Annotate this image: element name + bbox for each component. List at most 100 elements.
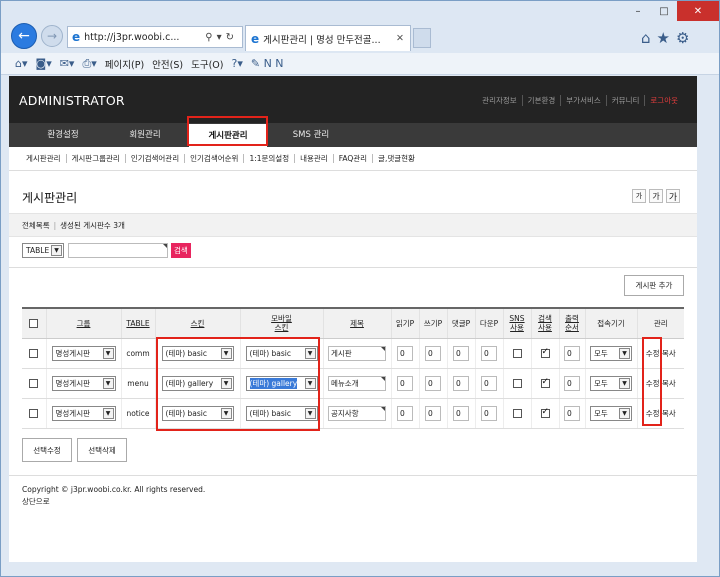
menu-safety[interactable]: 안전(S) [152,57,183,71]
back-to-top-link[interactable]: 상단으로 [22,496,205,508]
submenu-content[interactable]: 내용관리 [294,154,333,163]
help-icon[interactable]: ?▾ [231,57,242,70]
row-checkbox[interactable] [29,408,39,418]
link-admin-info[interactable]: 관리자정보 [477,95,522,106]
font-medium-button[interactable]: 가 [649,189,663,203]
order-input[interactable]: 0 [564,375,580,391]
select-all-checkbox[interactable] [29,319,39,328]
col-search[interactable]: 검색 사용 [530,307,559,339]
menu-tools[interactable]: 도구(O) [191,57,223,71]
col-sns[interactable]: SNS 사용 [502,307,531,339]
menu-sms[interactable]: SMS 관리 [271,123,351,147]
menu-page[interactable]: 페이지(P) [105,57,144,71]
link-community[interactable]: 커뮤니티 [605,95,645,106]
ie-icon: e [72,30,81,44]
search-checkbox[interactable] [540,377,550,388]
row-checkbox[interactable] [29,348,39,358]
download-level-input[interactable]: 0 [481,375,497,391]
device-select[interactable]: 모두 ▼ [590,375,632,391]
delete-selected-button[interactable]: 선택삭제 [77,438,127,462]
submenu-board-group[interactable]: 게시판그룹관리 [65,154,125,163]
submenu-search-rank[interactable]: 인기검색어순위 [184,154,243,163]
order-input[interactable]: 0 [564,405,580,421]
link-addon-services[interactable]: 부가서비스 [560,95,606,106]
col-manage: 관리 [636,307,684,339]
download-level-input[interactable]: 0 [481,345,497,361]
subject-input[interactable]: 메뉴소개 [328,375,386,391]
minimize-button[interactable]: – [625,1,651,21]
admin-logo[interactable]: ADMINISTRATOR [19,93,125,108]
col-subject[interactable]: 제목 [322,307,391,339]
ie-icon: e [251,31,260,46]
group-select[interactable]: 명성게시판 ▼ [51,345,116,361]
col-group[interactable]: 그룹 [45,307,121,339]
write-level-input[interactable]: 0 [425,405,441,421]
extension-icon[interactable]: ✎ N N [251,57,284,70]
write-level-input[interactable]: 0 [425,375,441,391]
group-select[interactable]: 명성게시판 ▼ [51,375,116,391]
submenu-post-status[interactable]: 글,댓글현황 [372,154,420,163]
all-list-link[interactable]: 전체목록 [22,220,50,231]
browser-tab[interactable]: e 게시판관리 | 명성 만두전골... ✕ [245,25,411,51]
col-order[interactable]: 출력 순서 [558,307,585,339]
font-large-button[interactable]: 가 [666,189,680,203]
table-id: menu [120,368,155,399]
font-size-buttons: 가 가 가 [629,189,680,203]
table-row: 명성게시판 ▼ menu (테마) gallery ▼ (테마) gallery ▼ … [22,368,684,399]
subject-input[interactable]: 게시판 [328,345,386,361]
maximize-button[interactable]: □ [651,1,677,21]
submenu-qa-config[interactable]: 1:1문의설정 [243,154,294,163]
edit-selected-button[interactable]: 선택수정 [22,438,72,462]
submenu-faq[interactable]: FAQ관리 [332,154,372,163]
print-icon[interactable]: ⎙▾ [82,57,96,71]
home-icon[interactable]: ⌂▾ [15,57,28,70]
new-tab-button[interactable] [413,28,431,48]
sns-checkbox[interactable] [512,378,522,388]
col-table[interactable]: TABLE [120,307,155,339]
subject-input[interactable]: 공지사항 [328,405,386,421]
search-field-select[interactable]: TABLE ▼ [22,243,64,258]
write-level-input[interactable]: 0 [425,345,441,361]
mail-icon[interactable]: ✉▾ [60,57,75,70]
comment-level-input[interactable]: 0 [453,345,469,361]
search-checkbox[interactable] [540,347,550,358]
search-button[interactable]: 검색 [171,243,191,258]
row-checkbox[interactable] [29,378,39,388]
group-select[interactable]: 명성게시판 ▼ [51,405,116,421]
col-mobile-skin[interactable]: 모바일 스킨 [239,307,323,339]
col-read: 읽기P [390,307,419,339]
submenu-popular-search[interactable]: 인기검색어관리 [124,154,184,163]
close-window-button[interactable]: ✕ [677,1,719,21]
back-button[interactable]: ← [11,23,37,49]
device-select[interactable]: 모두 ▼ [590,345,632,361]
home-favorites-settings-icons[interactable]: ⌂★⚙ [641,29,695,47]
download-level-input[interactable]: 0 [481,405,497,421]
search-input[interactable] [68,243,168,258]
sns-checkbox[interactable] [512,348,522,358]
menu-members[interactable]: 회원관리 [105,123,185,147]
order-input[interactable]: 0 [564,345,580,361]
search-checkbox[interactable] [540,407,550,418]
address-bar[interactable]: e http://j3pr.woobi.c... ⚲▾↻ [67,26,243,48]
forward-button[interactable]: → [41,25,63,47]
close-tab-icon[interactable]: ✕ [396,33,404,44]
font-small-button[interactable]: 가 [632,189,646,203]
sns-checkbox[interactable] [512,408,522,418]
board-table: 그룹 TABLE 스킨 모바일 스킨 제목 읽기P 쓰기P 댓글P 다운P SN… [22,307,684,429]
link-basic-config[interactable]: 기본환경 [521,95,561,106]
comment-level-input[interactable]: 0 [453,375,469,391]
read-level-input[interactable]: 0 [397,405,413,421]
comment-level-input[interactable]: 0 [453,405,469,421]
search-refresh-icon[interactable]: ⚲▾↻ [205,32,238,43]
read-level-input[interactable]: 0 [397,375,413,391]
sub-menu: 게시판관리 게시판그룹관리 인기검색어관리 인기검색어순위 1:1문의설정 내용… [9,147,697,171]
submenu-board[interactable]: 게시판관리 [26,154,66,163]
add-board-button[interactable]: 게시판 추가 [624,275,684,296]
page-title: 게시판관리 [22,191,78,205]
menu-config[interactable]: 환경설정 [23,123,103,147]
col-skin[interactable]: 스킨 [154,307,240,339]
feeds-icon[interactable]: ◙▾ [36,57,52,70]
link-logout[interactable]: 로그아웃 [644,95,683,106]
read-level-input[interactable]: 0 [397,345,413,361]
device-select[interactable]: 모두 ▼ [590,405,632,421]
